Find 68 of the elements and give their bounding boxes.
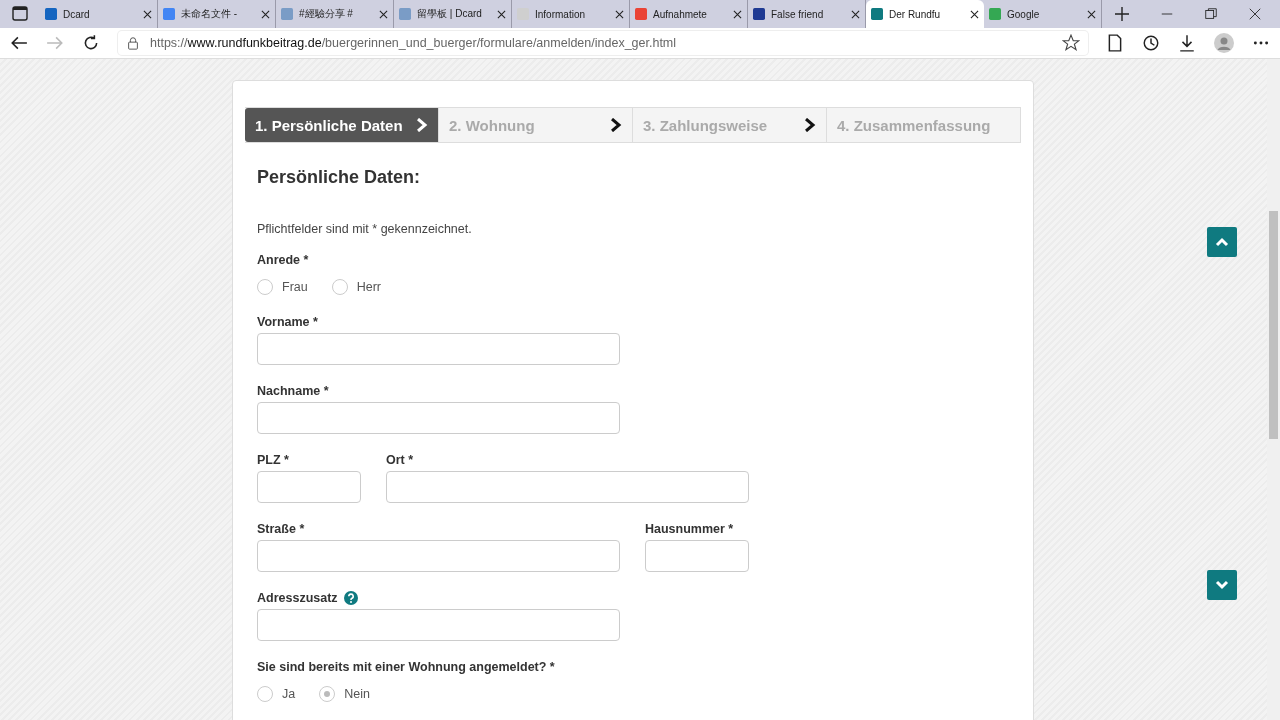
tab-title: Information [535,8,587,20]
radio-button[interactable] [257,279,273,295]
field-label: Vorname * [257,315,318,329]
address-bar[interactable]: https://www.rundfunkbeitrag.de/buergerinnen_und_buerger/formulare/anmelden/index_ger.html [118,31,1088,55]
close-icon[interactable] [497,9,506,19]
scroll-down-button[interactable] [1207,570,1237,600]
field-label: Sie sind bereits mit einer Wohnung angemeldet? * [257,660,555,674]
input-field[interactable] [645,540,749,572]
help-icon[interactable] [343,591,358,605]
tab-title: False friend [771,8,825,20]
tab-title: #經驗分享 # [299,7,354,21]
new-tab-icon[interactable] [1114,6,1130,22]
section-heading: Persönliche Daten: [257,167,422,188]
browser-tab[interactable]: Der Rundfu [866,0,984,28]
close-icon[interactable] [733,9,742,19]
input-field[interactable] [257,402,620,434]
close-icon[interactable] [261,9,270,19]
input-field[interactable] [386,471,749,503]
input-field[interactable] [257,333,620,365]
tab-title: Der Rundfu [889,8,942,20]
history-icon[interactable] [1142,34,1160,52]
tab-title: Dcard [63,8,91,20]
radio-button[interactable] [257,686,273,702]
chevron-right-icon [610,118,622,132]
close-icon[interactable] [143,9,152,19]
scrollbar-thumb[interactable] [1269,211,1278,439]
radio-button[interactable] [319,686,336,702]
download-icon[interactable] [1178,34,1196,52]
tab-title: 未命名文件 - [181,7,239,21]
field-label: PLZ * [257,453,289,467]
reload-icon[interactable] [82,34,100,52]
field-label: Nachname * [257,384,329,398]
restore-icon[interactable] [1204,7,1218,21]
radio-label: Nein [344,687,370,701]
radio-label: Ja [282,687,296,701]
tab-title: Aufnahmete [653,8,708,20]
close-icon[interactable] [970,9,979,19]
back-icon[interactable] [10,34,28,52]
favorite-star-icon[interactable] [1062,34,1080,52]
input-field[interactable] [257,540,620,572]
field-label: Ort * [386,453,414,467]
chevron-right-icon [416,118,428,132]
radio-label: Frau [282,280,308,294]
wizard-step[interactable]: 1. Persönliche Daten [245,108,439,142]
field-label: Anrede * [257,253,309,267]
close-icon[interactable] [1087,9,1096,19]
radio-button[interactable] [331,279,348,295]
chevron-right-icon [804,118,816,132]
url-text: https://www.rundfunkbeitrag.de/buergerinnen_und_buerger/formulare/anmelden/index_ger.html [150,36,678,50]
tab-title: 留學板 | Dcard [417,7,483,21]
scroll-up-button[interactable] [1207,227,1237,257]
close-icon[interactable] [615,9,624,19]
lock-icon[interactable] [126,34,140,52]
close-icon[interactable] [851,9,860,19]
reading-view-icon[interactable] [1106,34,1124,52]
close-icon[interactable] [1248,7,1262,21]
field-label: Hausnummer * [645,522,734,536]
field-label: Adresszusatz [257,591,338,605]
input-field[interactable] [257,471,361,503]
input-field[interactable] [257,609,620,641]
radio-label: Herr [356,280,381,294]
chevron-down-icon [1215,580,1229,590]
tab-title: Google [1007,8,1041,20]
chevron-up-icon [1215,237,1229,247]
close-icon[interactable] [379,9,388,19]
required-note: Pflichtfelder sind mit * gekennzeichnet. [257,222,473,236]
profile-avatar-icon[interactable] [1214,33,1234,53]
field-label: Straße * [257,522,305,536]
